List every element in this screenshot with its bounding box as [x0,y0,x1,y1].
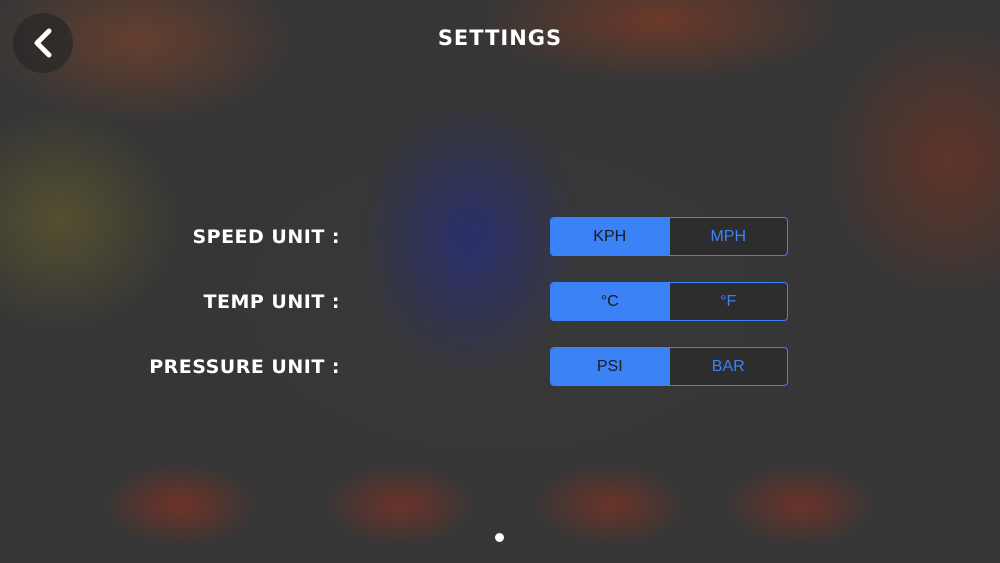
settings-screen: SETTINGS SPEED UNIT : KPH MPH TEMP UNIT … [0,0,1000,563]
mph-option[interactable]: MPH [668,218,788,255]
page-title: SETTINGS [437,26,563,50]
temp-unit-label: TEMP UNIT : [203,291,340,313]
temp-unit-selector: °C °F [550,282,788,321]
speed-unit-selector: KPH MPH [550,217,788,256]
speed-unit-label: SPEED UNIT : [192,226,340,248]
setting-row-pressure: PRESSURE UNIT : PSI BAR [0,347,1000,387]
kph-option[interactable]: KPH [551,218,669,255]
page-indicator-dot [495,533,504,542]
fahrenheit-option[interactable]: °F [668,283,788,320]
setting-row-speed: SPEED UNIT : KPH MPH [0,217,1000,257]
celsius-option[interactable]: °C [551,283,669,320]
pressure-unit-label: PRESSURE UNIT : [149,356,340,378]
bar-option[interactable]: BAR [668,348,788,385]
psi-option[interactable]: PSI [551,348,669,385]
setting-row-temp: TEMP UNIT : °C °F [0,282,1000,322]
pressure-unit-selector: PSI BAR [550,347,788,386]
